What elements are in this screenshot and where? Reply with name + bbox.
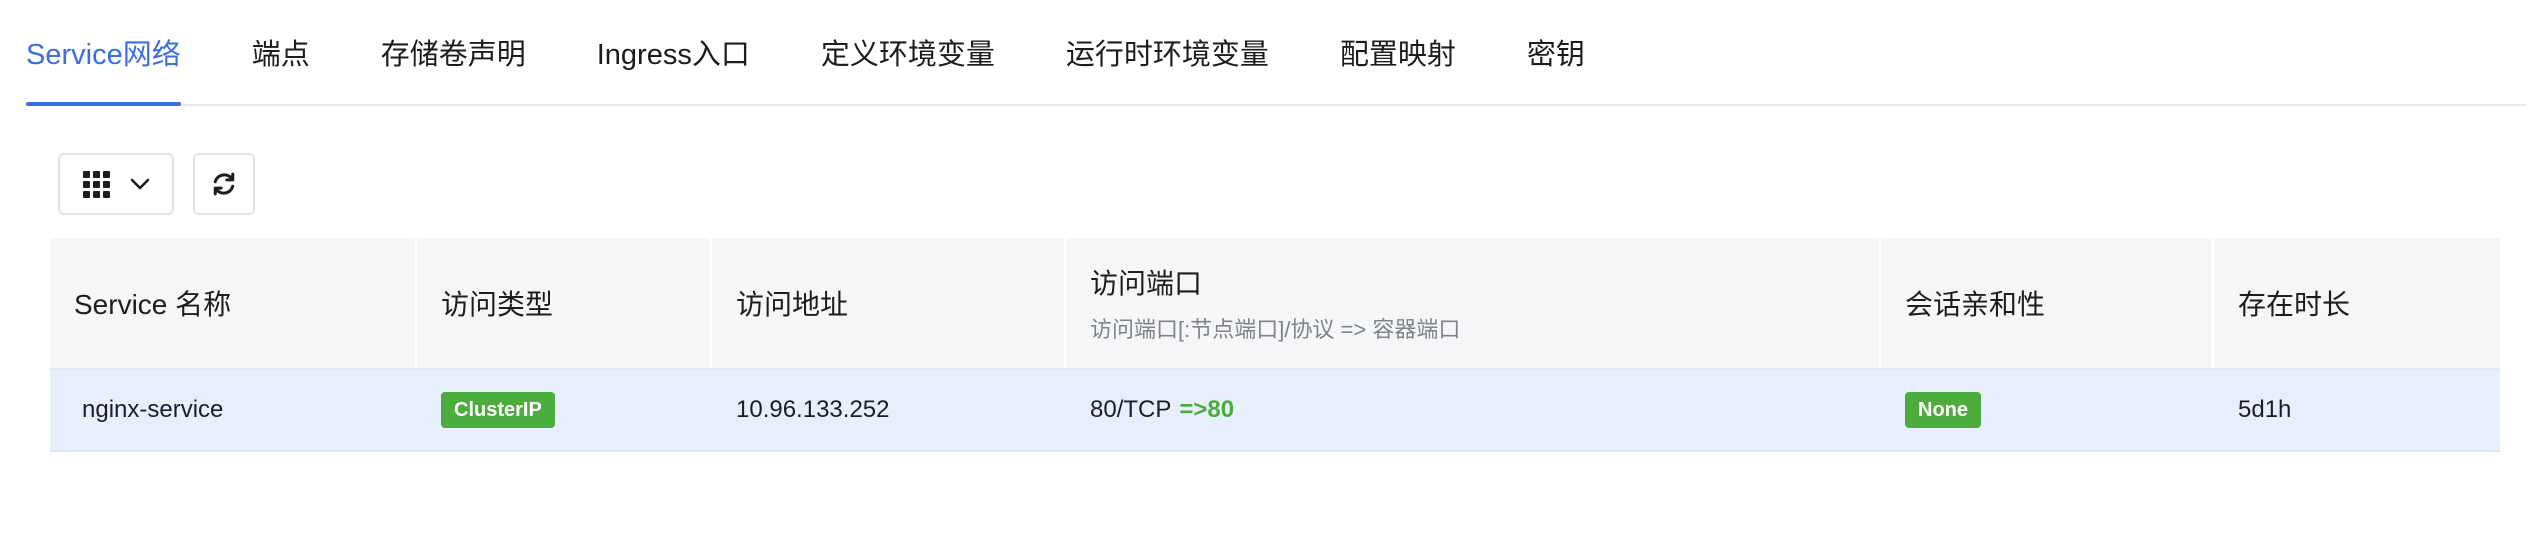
type-badge: ClusterIP [441, 392, 555, 428]
cell-affinity: None [1881, 370, 2214, 450]
tab-runtime-env[interactable]: 运行时环境变量 [1066, 0, 1269, 104]
tab-endpoints[interactable]: 端点 [252, 0, 310, 104]
tab-secret[interactable]: 密钥 [1527, 0, 1585, 104]
header-access-address: 访问地址 [712, 238, 1066, 368]
tab-defined-env[interactable]: 定义环境变量 [821, 0, 995, 104]
service-table: Service 名称 访问类型 访问地址 访问端口 访问端口[:节点端口]/协议… [50, 238, 2500, 452]
header-access-type: 访问类型 [417, 238, 712, 368]
cell-service-name: nginx-service [82, 396, 224, 423]
header-port-subtitle: 访问端口[:节点端口]/协议 => 容器端口 [1090, 317, 1461, 342]
tab-configmap[interactable]: 配置映射 [1340, 0, 1456, 104]
cell-access-type: ClusterIP [417, 370, 712, 450]
tab-service-network[interactable]: Service网络 [26, 0, 181, 106]
chevron-down-icon [130, 178, 149, 190]
target-port: =>80 [1179, 396, 1235, 423]
grid-icon [82, 170, 110, 198]
table-toolbar [58, 153, 255, 215]
column-settings-button[interactable] [58, 153, 174, 215]
table-row[interactable]: nginx-service ClusterIP 10.96.133.252 80… [50, 370, 2500, 452]
header-service-name: Service 名称 [50, 238, 417, 368]
cell-age: 5d1h [2238, 396, 2292, 423]
cell-address: 10.96.133.252 [736, 396, 890, 423]
cell-port: 80/TCP =>80 [1090, 396, 1235, 423]
tab-pvc[interactable]: 存储卷声明 [381, 0, 526, 104]
refresh-button[interactable] [193, 153, 255, 215]
tab-bar: Service网络 端点 存储卷声明 Ingress入口 定义环境变量 运行时环… [26, 0, 2526, 106]
header-session-affinity: 会话亲和性 [1881, 238, 2214, 368]
header-access-port: 访问端口 访问端口[:节点端口]/协议 => 容器端口 [1066, 238, 1881, 368]
header-age: 存在时长 [2238, 289, 2351, 320]
table-header: Service 名称 访问类型 访问地址 访问端口 访问端口[:节点端口]/协议… [50, 238, 2500, 370]
refresh-icon [213, 172, 235, 196]
affinity-badge: None [1905, 392, 1981, 428]
tab-ingress[interactable]: Ingress入口 [597, 0, 750, 104]
